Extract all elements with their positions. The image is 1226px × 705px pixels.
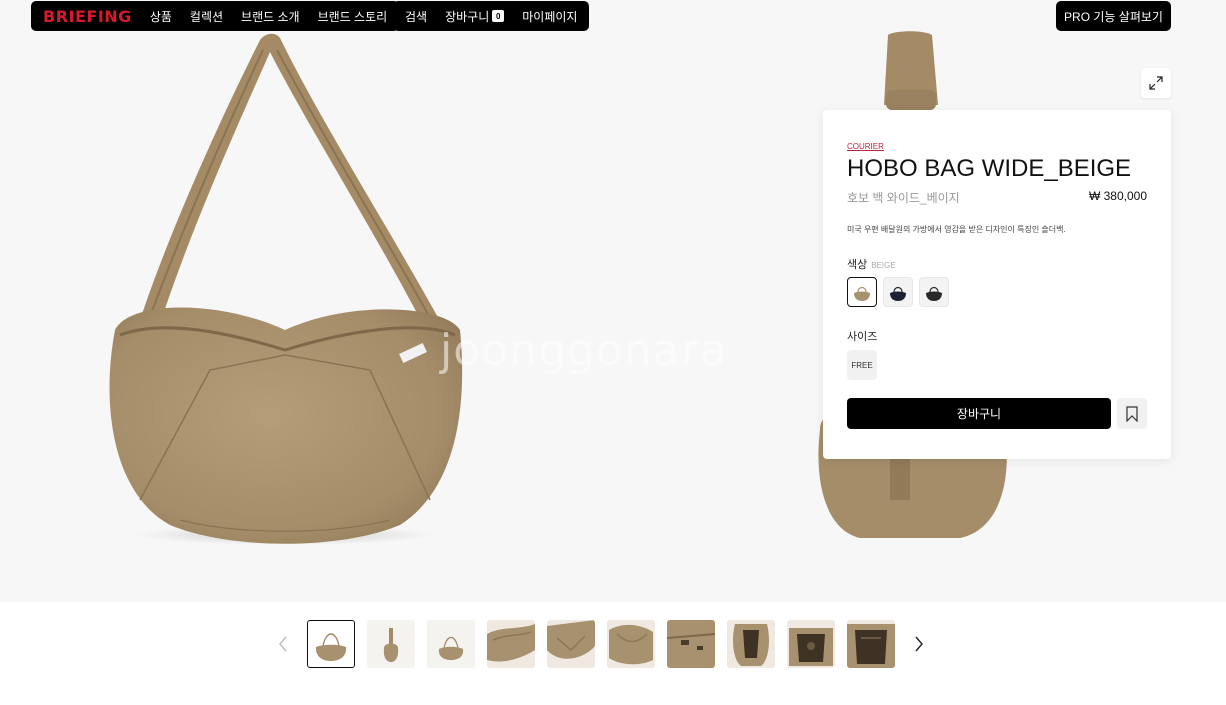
expand-image-button[interactable] <box>1141 68 1171 98</box>
thumbnail-image <box>847 620 895 668</box>
thumbnail-image <box>315 633 347 661</box>
thumbnail-item[interactable] <box>607 620 655 668</box>
add-to-cart-button[interactable]: 장바구니 <box>847 398 1111 429</box>
nav-brand-intro[interactable]: 브랜드 소개 <box>241 8 300 25</box>
expand-icon <box>1149 76 1163 90</box>
thumbnail-item[interactable] <box>727 620 775 668</box>
bag-icon <box>926 286 942 301</box>
product-price: ₩ 380,000 <box>1088 189 1147 203</box>
product-image-stage: joonggonara BRIEFING 상품 컬렉션 브랜드 소개 브랜드 스… <box>0 0 1226 602</box>
thumbnail-image <box>667 620 715 668</box>
thumbnail-image <box>547 620 595 668</box>
thumbnail-item[interactable] <box>547 620 595 668</box>
cart-count-badge: 0 <box>492 10 505 22</box>
color-swatch-beige[interactable] <box>847 277 877 307</box>
thumbnail-item[interactable] <box>667 620 715 668</box>
color-swatches <box>847 277 949 307</box>
thumbnail-next-button[interactable] <box>911 633 927 655</box>
nav-cart[interactable]: 장바구니 0 <box>445 8 505 25</box>
color-swatch-black[interactable] <box>919 277 949 307</box>
thumbnail-item[interactable] <box>427 620 475 668</box>
color-swatch-navy[interactable] <box>883 277 913 307</box>
color-option-label: 색상 BEIGE <box>847 256 896 272</box>
watermark: joonggonara <box>440 325 728 376</box>
thumbnail-prev-button[interactable] <box>275 633 291 655</box>
chevron-left-icon <box>279 636 287 652</box>
thumbnail-item[interactable] <box>787 620 835 668</box>
chevron-right-icon <box>915 636 923 652</box>
pro-features-button[interactable]: PRO 기능 살펴보기 <box>1056 1 1171 31</box>
nav-collection[interactable]: 컬렉션 <box>190 8 223 25</box>
thumbnail-item[interactable] <box>847 620 895 668</box>
color-label: 색상 <box>847 259 868 271</box>
nav-cart-label: 장바구니 <box>445 9 490 24</box>
thumbnail-strip <box>307 620 895 668</box>
bookmark-icon <box>1126 405 1138 422</box>
thumbnail-item[interactable] <box>367 620 415 668</box>
thumbnail-image <box>383 628 399 662</box>
thumbnail-image <box>727 620 775 668</box>
wishlist-button[interactable] <box>1117 398 1147 429</box>
product-brand-link[interactable]: COURIER <box>847 142 884 151</box>
main-nav: BRIEFING 상품 컬렉션 브랜드 소개 브랜드 스토리 <box>31 1 400 31</box>
product-main-image <box>109 33 463 545</box>
nav-mypage[interactable]: 마이페이지 <box>522 8 577 25</box>
thumbnail-item[interactable] <box>487 620 535 668</box>
utility-nav: 검색 장바구니 0 마이페이지 <box>393 1 590 31</box>
thumbnail-image <box>607 620 655 668</box>
brand-logo[interactable]: BRIEFING <box>43 7 132 26</box>
bag-icon <box>854 286 870 301</box>
thumbnail-item[interactable] <box>307 620 355 668</box>
color-value: BEIGE <box>871 261 896 270</box>
nav-brand-story[interactable]: 브랜드 스토리 <box>318 8 388 25</box>
thumbnail-image <box>438 636 464 660</box>
thumbnail-image <box>787 620 835 668</box>
product-subtitle: 호보 백 와이드_베이지 <box>847 191 960 205</box>
size-option-free[interactable]: FREE <box>847 350 877 380</box>
product-description: 미국 우편 배달원의 가방에서 영감을 받은 디자인이 특징인 숄더백. <box>847 225 1066 234</box>
bag-icon <box>890 286 906 301</box>
product-title: HOBO BAG WIDE_BEIGE <box>847 155 1132 182</box>
nav-products[interactable]: 상품 <box>150 8 172 25</box>
size-option-label: 사이즈 <box>847 331 878 343</box>
thumbnail-image <box>487 620 535 668</box>
product-info-panel: COURIER HOBO BAG WIDE_BEIGE 호보 백 와이드_베이지… <box>823 110 1171 459</box>
nav-search[interactable]: 검색 <box>405 8 427 25</box>
